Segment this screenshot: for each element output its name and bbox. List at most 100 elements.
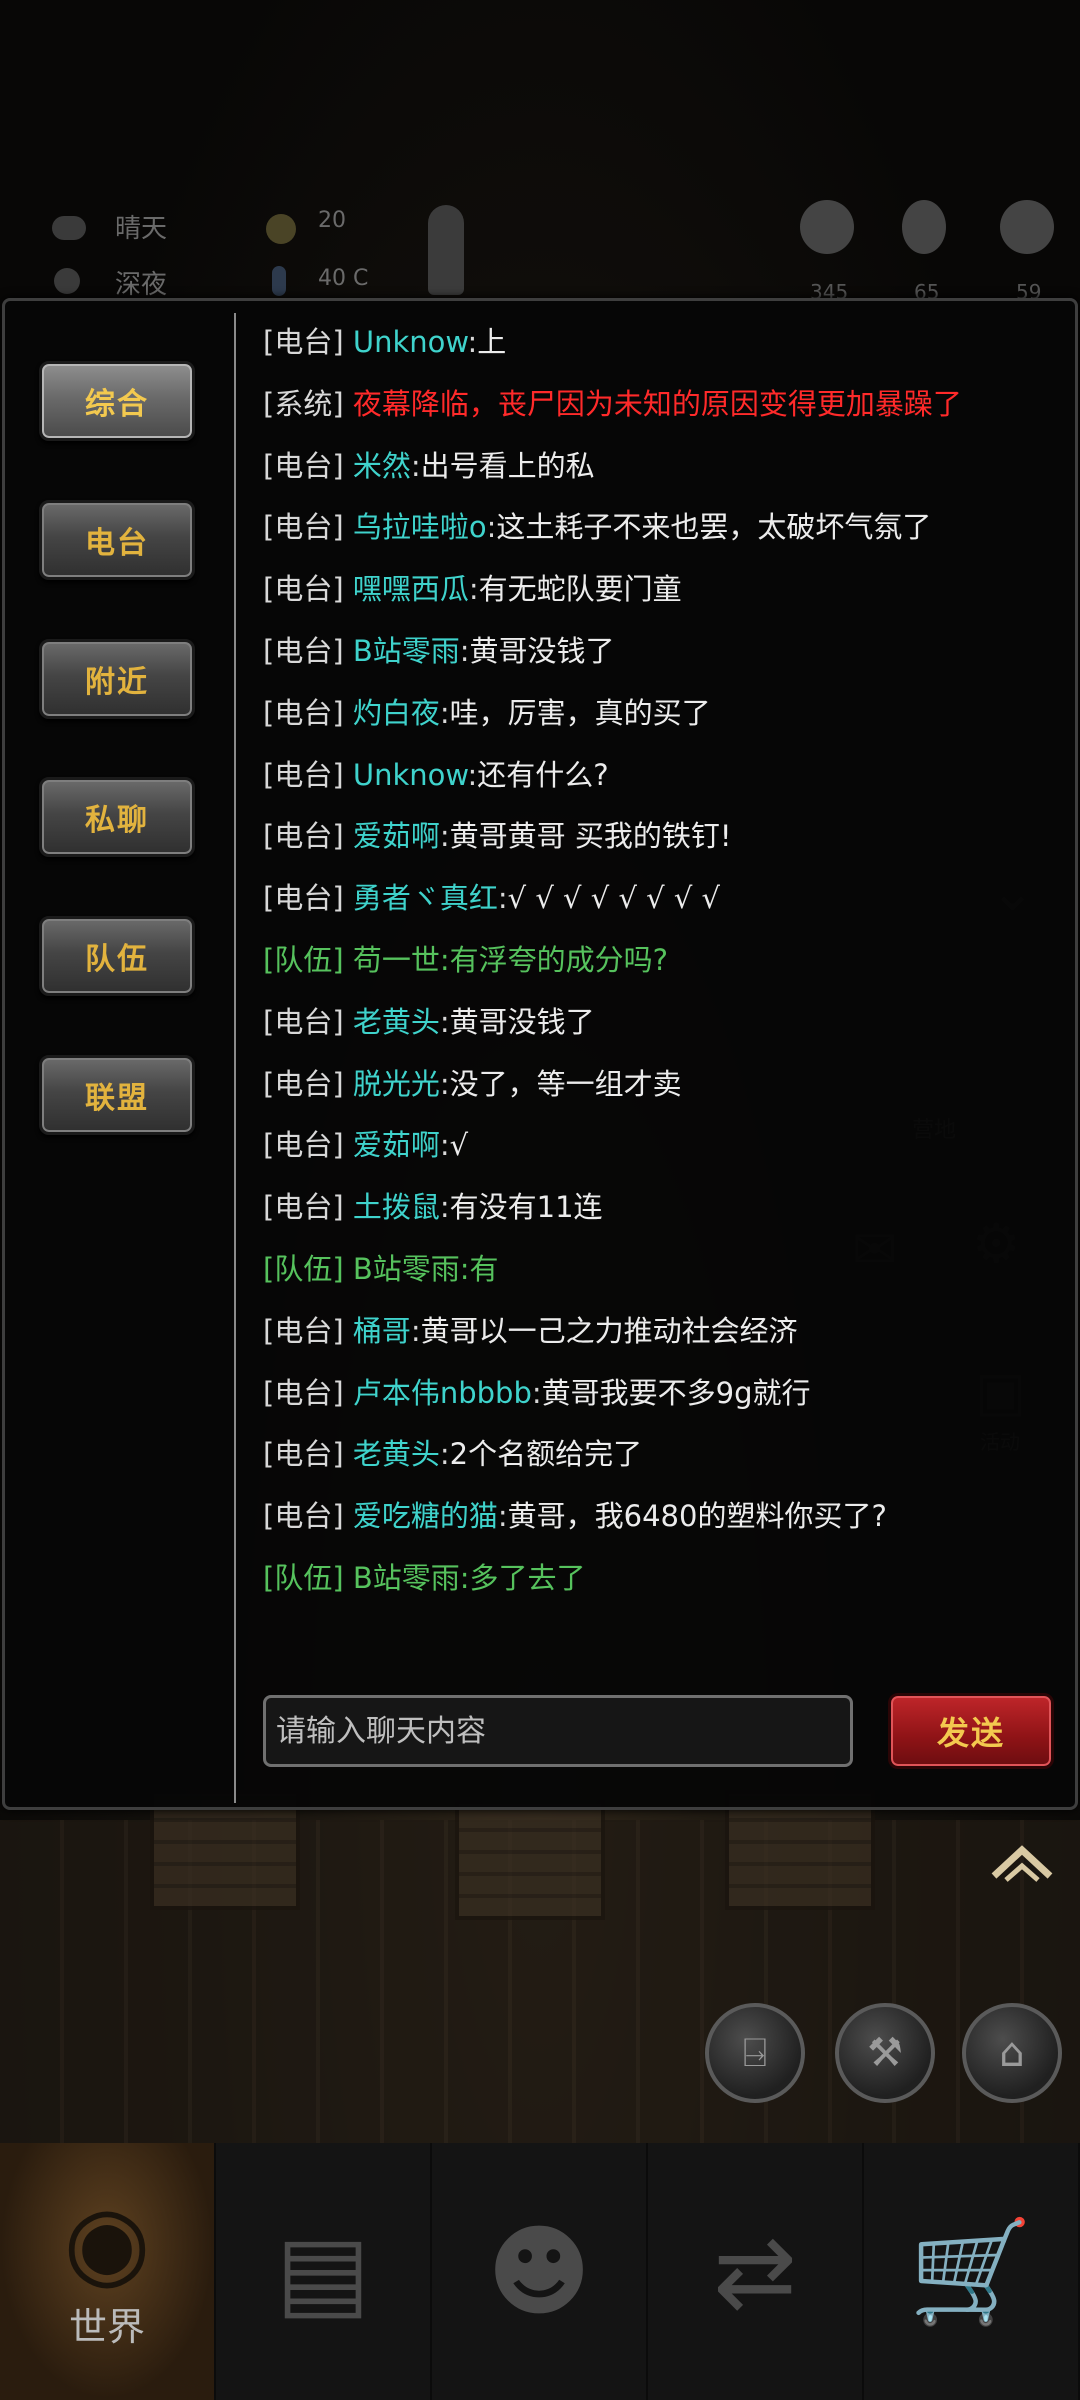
chat-message[interactable]: [电台] 爱茹啊:√ [263,1120,1063,1170]
chat-message[interactable]: [电台] Unknow:还有什么? [263,750,1063,800]
chat-message[interactable]: [电台] 卢本伟nbbbb:黄哥我要不多9g就行 [263,1368,1063,1418]
chat-panel: 综合 电台 附近 私聊 队伍 联盟 [电台] Unknow:上 [系统] 夜幕降临… [2,298,1078,1810]
message-separator: : [439,1190,450,1225]
message-channel: [系统] [263,386,344,421]
message-separator: : [467,757,478,792]
globe-icon: ◉ [63,2183,151,2300]
chat-message[interactable]: [电台] 嘿嘿西瓜:有无蛇队要门童 [263,564,1063,614]
message-sender[interactable]: 米然 [353,449,411,483]
chat-message[interactable]: [电台] 脱光光:没了，等一组才卖 [263,1059,1063,1109]
home-settings-button[interactable]: ⌂ [962,2003,1062,2103]
message-text: 还有什么? [477,757,609,792]
message-separator: : [531,1375,542,1410]
message-text: 没了，等一组才卖 [449,1066,682,1101]
message-text: 多了去了 [469,1561,586,1595]
clock-icon [54,268,80,294]
message-separator: : [468,572,479,607]
message-sender[interactable]: B站零雨 [353,1561,460,1595]
message-text: 夜幕降临，丧尸因为未知的原因变得更加暴躁了 [352,386,962,421]
build-hammer-button[interactable]: ⚒ [835,2003,935,2103]
chat-message[interactable]: [电台] Unknow:上 [263,317,1063,367]
message-text: 出号看上的私 [420,448,595,483]
nav-exchange[interactable]: ⇄ [648,2143,864,2400]
message-sender[interactable]: 脱光光 [353,1067,440,1101]
message-sender[interactable]: 灼白夜 [353,696,440,730]
message-channel: [队伍] [263,943,344,977]
chat-message[interactable]: [电台] 爱茹啊:黄哥黄哥 买我的铁钉! [263,811,1063,861]
tab-radio[interactable]: 电台 [39,500,195,580]
head-gear-icon: ☻ [486,2212,592,2330]
chat-message[interactable]: [电台] 土拨鼠:有没有11连 [263,1182,1063,1232]
message-text: √ [449,1128,469,1163]
message-sender[interactable]: 爱茹啊 [353,819,440,853]
crate [455,1800,605,1920]
message-text: 黄哥黄哥 买我的铁钉! [449,819,732,854]
weather-label: 晴天 [115,214,168,244]
message-sender[interactable]: B站零雨 [353,634,460,668]
chat-message[interactable]: [电台] 勇者ヾ真红:√ √ √ √ √ √ √ √ [263,873,1063,923]
message-sender[interactable]: 爱吃糖的猫 [353,1499,498,1533]
chat-message[interactable]: [电台] 桶哥:黄哥以一己之力推动社会经济 [263,1306,1063,1356]
tab-all[interactable]: 综合 [39,361,195,441]
message-sender[interactable]: Unknow [353,325,468,359]
message-text: 黄哥没钱了 [469,634,615,668]
chat-message[interactable]: [队伍] B站零雨:多了去了 [263,1553,1063,1603]
message-sender[interactable]: 嘿嘿西瓜 [353,572,469,606]
message-channel: [队伍] [263,1561,344,1595]
message-sender[interactable]: Unknow [353,758,468,792]
message-channel: [电台] [263,1128,344,1163]
body-status-figure[interactable] [428,205,464,295]
message-sender[interactable]: B站零雨 [353,1252,460,1286]
message-sender[interactable]: 爱茹啊 [353,1128,440,1162]
message-separator: : [439,1066,450,1101]
message-sender[interactable]: 老黄头 [353,1437,440,1471]
send-button[interactable]: 发送 [888,1693,1054,1769]
heart-icon [800,200,854,254]
message-sender[interactable]: 苟一世 [353,943,440,977]
chat-message[interactable]: [电台] 爱吃糖的猫:黄哥，我6480的塑料你买了? [263,1491,1063,1541]
chat-message[interactable]: [电台] 老黄头:2个名额给完了 [263,1429,1063,1479]
tab-private[interactable]: 私聊 [39,777,195,857]
nav-shop[interactable]: 🛒 [864,2143,1080,2400]
chat-message[interactable]: [系统] 夜幕降临，丧尸因为未知的原因变得更加暴躁了 [263,379,1063,429]
nav-character[interactable]: ☻ [432,2143,648,2400]
message-channel: [电台] [263,1375,344,1410]
message-sender[interactable]: 乌拉哇啦o [353,510,487,544]
exit-door-button[interactable]: ⍈ [705,2003,805,2103]
message-sender[interactable]: 老黄头 [353,1005,440,1039]
chat-message[interactable]: [电台] B站零雨:黄哥没钱了 [263,626,1063,676]
backpack-icon: ▤ [275,2212,371,2330]
message-text: 黄哥没钱了 [449,1004,595,1039]
radiation-icon [266,214,296,244]
tab-alliance[interactable]: 联盟 [39,1055,195,1135]
expand-up-icon[interactable] [990,1842,1054,1882]
message-channel: [电台] [263,1437,344,1472]
chat-input[interactable] [263,1695,853,1767]
message-text: 哇，厉害，真的买了 [449,695,711,730]
chat-message[interactable]: [电台] 乌拉哇啦o:这土耗子不来也罢，太破坏气氛了 [263,502,1063,552]
message-sender[interactable]: 土拨鼠 [353,1190,440,1224]
message-text: 黄哥，我6480的塑料你买了? [507,1499,887,1534]
message-sender[interactable]: 勇者ヾ真红 [353,881,498,915]
tab-nearby[interactable]: 附近 [39,639,195,719]
message-separator: : [497,881,508,916]
message-separator: : [410,448,421,483]
chat-message[interactable]: [电台] 灼白夜:哇，厉害，真的买了 [263,688,1063,738]
chat-message-list[interactable]: [电台] Unknow:上 [系统] 夜幕降临，丧尸因为未知的原因变得更加暴躁了[… [263,311,1063,1671]
chat-message[interactable]: [电台] 米然:出号看上的私 [263,441,1063,491]
message-separator: : [486,510,497,545]
message-sender[interactable]: 卢本伟nbbbb [353,1376,532,1410]
tab-team[interactable]: 队伍 [39,916,195,996]
chat-message[interactable]: [电台] 老黄头:黄哥没钱了 [263,997,1063,1047]
message-channel: [电台] [263,881,344,916]
message-separator: : [439,1128,450,1163]
message-text: 有没有11连 [449,1190,603,1225]
message-sender[interactable]: 桶哥 [353,1314,411,1348]
nav-world[interactable]: ◉ 世界 [0,2143,216,2400]
nav-backpack[interactable]: ▤ [216,2143,432,2400]
message-channel: [电台] [263,448,344,483]
chat-message[interactable]: [队伍] B站零雨:有 [263,1244,1063,1294]
message-separator: : [467,325,478,359]
message-channel: [队伍] [263,1252,344,1286]
chat-message[interactable]: [队伍] 苟一世:有浮夸的成分吗? [263,935,1063,985]
